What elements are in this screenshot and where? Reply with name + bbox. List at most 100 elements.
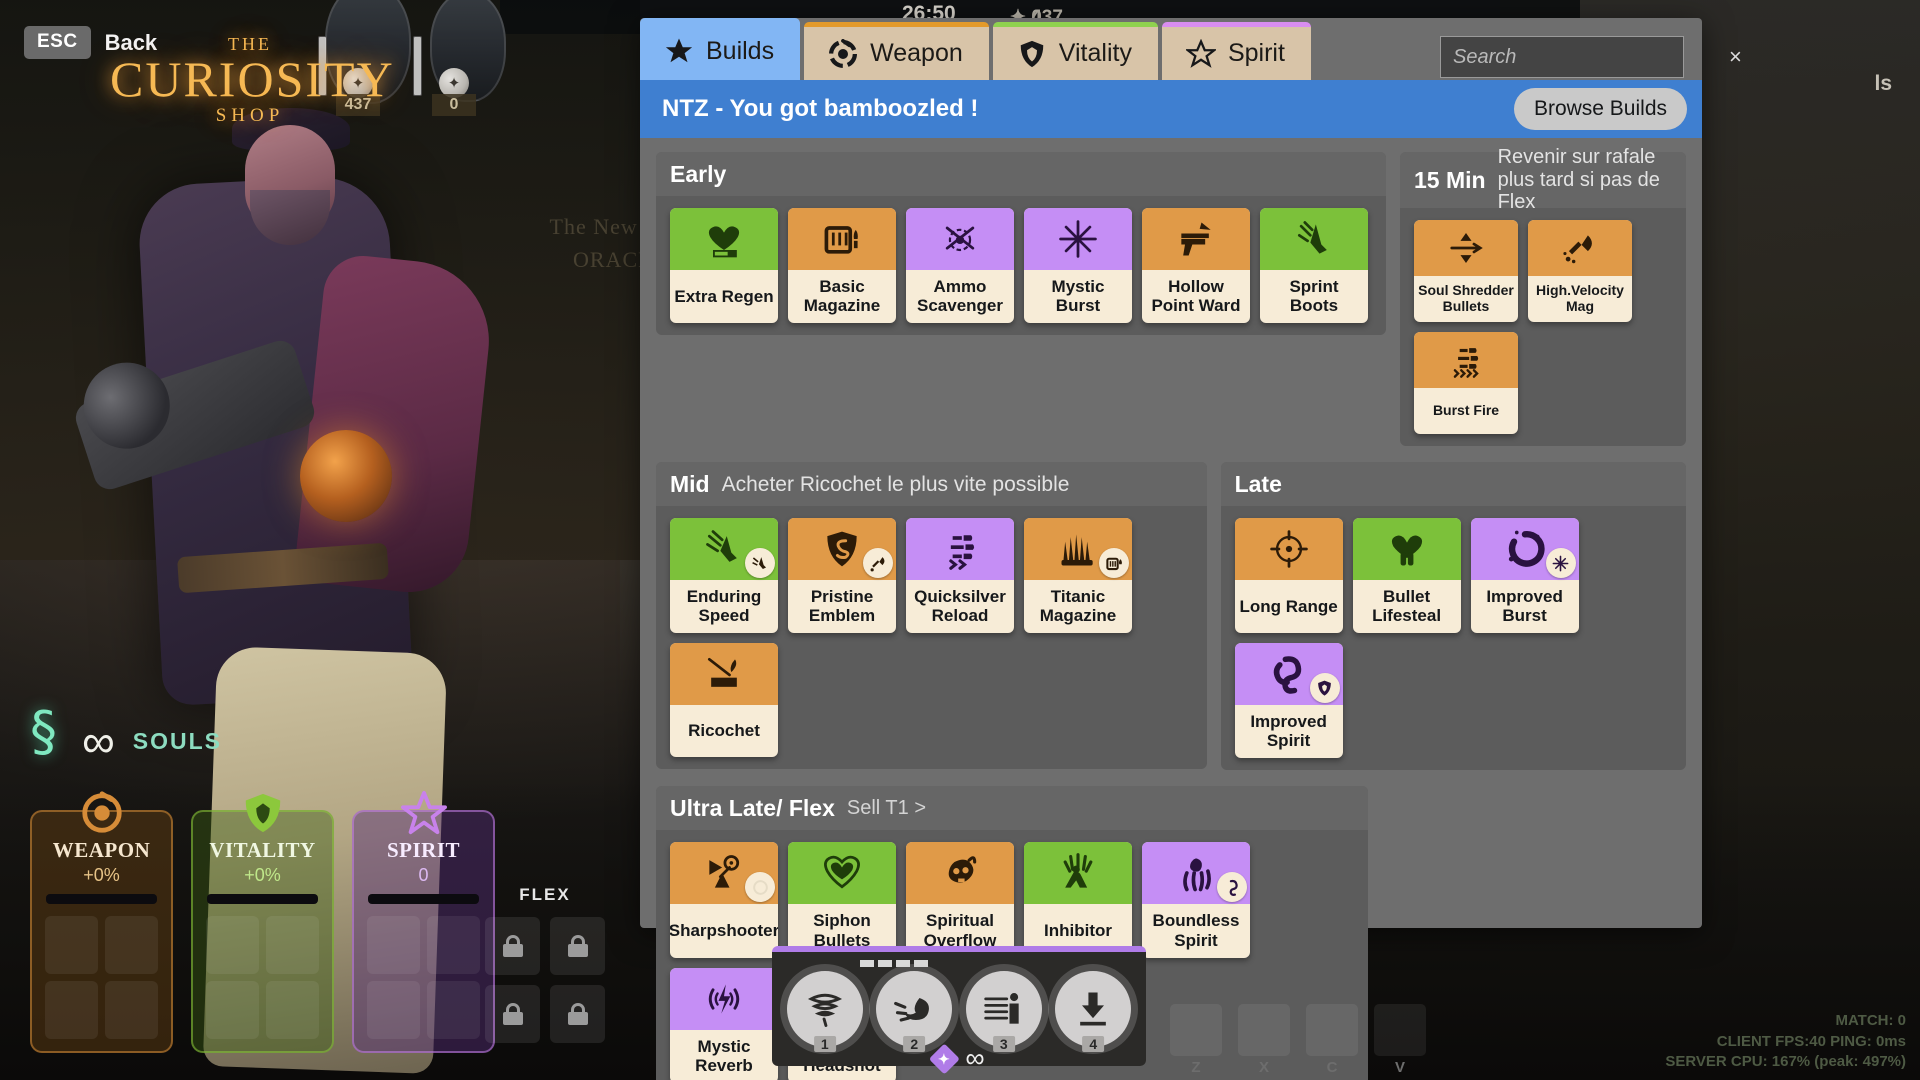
hud-souls-amount-2: 0 [432, 94, 476, 116]
esc-key-badge[interactable]: ESC [24, 26, 91, 59]
item-art [1414, 332, 1518, 389]
browse-builds-button[interactable]: Browse Builds [1513, 88, 1687, 130]
ability-slot-1[interactable]: 1 [786, 971, 863, 1052]
shop-tab-bar: Builds Weapon Vitality Spirit [640, 18, 1311, 80]
item-card[interactable]: Mystic Burst [1024, 208, 1132, 324]
item-label: Quicksilver Reload [914, 587, 1006, 626]
tab-vitality[interactable]: Vitality [992, 22, 1158, 80]
item-card[interactable]: Basic Magazine [788, 208, 896, 324]
flex-slot-locked[interactable] [550, 985, 605, 1043]
item-card[interactable]: Ricochet [670, 643, 778, 758]
extra-slot[interactable]: X [1238, 1004, 1290, 1076]
heart-bullets-icon [1391, 535, 1422, 566]
extra-slot[interactable]: C [1306, 1004, 1358, 1076]
stat-panel-vitality[interactable]: VITALITY +0% [191, 793, 334, 1053]
vitality-icon [245, 793, 280, 833]
tab-spirit[interactable]: Spirit [1161, 22, 1311, 80]
item-art [1024, 842, 1132, 905]
item-card[interactable]: Quicksilver Reload [906, 518, 1014, 634]
item-card[interactable]: Titanic Magazine [1024, 518, 1132, 634]
section-header: Early [656, 152, 1386, 196]
tab-builds[interactable]: Builds [640, 18, 801, 80]
item-card[interactable]: Long Range [1234, 518, 1343, 634]
item-slot[interactable] [367, 981, 420, 1039]
item-card[interactable]: High.Velocity Mag [1528, 220, 1632, 323]
item-slot[interactable] [427, 916, 480, 974]
item-card[interactable]: Improved Burst [1470, 518, 1579, 634]
item-slot[interactable] [206, 916, 259, 974]
stat-item-slots [362, 916, 485, 1041]
item-card[interactable]: Boundless Spirit [1142, 842, 1250, 958]
ability-slot-4[interactable]: 4 [1055, 971, 1132, 1052]
item-art [1414, 220, 1518, 276]
item-slot[interactable] [105, 916, 158, 974]
ability-point-icon: ✦ [928, 1042, 960, 1075]
section-note: Revenir sur rafale plus tard si pas de F… [1497, 146, 1660, 214]
item-card[interactable]: Mystic Reverb [670, 967, 778, 1080]
extra-slot-key: Z [1191, 1059, 1201, 1076]
builds-window: Builds Weapon Vitality Spirit Search × N… [640, 18, 1742, 1080]
shop-sign-main: CURIOSITY [110, 51, 395, 107]
search-box[interactable]: × [1440, 36, 1742, 78]
item-card[interactable]: Bullet Lifesteal [1352, 518, 1461, 634]
search-input[interactable] [1453, 45, 1721, 69]
section-title: 15 Min [1414, 166, 1486, 193]
item-slot[interactable] [45, 981, 98, 1039]
flex-slots-column: FLEX [485, 885, 605, 1043]
curiosity-shop-sign: THE CURIOSITY SHOP [110, 34, 395, 127]
stat-name: VITALITY [209, 838, 316, 862]
stat-panel-weapon[interactable]: WEAPON +0% [30, 791, 173, 1053]
item-card[interactable]: Sharpshooter [670, 842, 778, 958]
lock-icon [502, 935, 523, 957]
ability-slot-2[interactable]: 2 [876, 971, 953, 1052]
row-early-and-15min: Early Extra Regen Basic Magazine Ammo Sc… [656, 146, 1686, 462]
item-card[interactable]: Spiritual Overflow [906, 842, 1014, 958]
velocity-badge-icon [863, 548, 893, 579]
item-card[interactable]: Enduring Speed [670, 518, 778, 634]
item-slot[interactable] [45, 916, 98, 974]
close-icon[interactable]: × [1721, 44, 1742, 70]
section-header: 15 Min Revenir sur rafale plus tard si p… [1400, 146, 1686, 213]
item-slot[interactable] [266, 916, 319, 974]
flex-slot-locked[interactable] [485, 917, 540, 975]
extra-slot[interactable]: V [1374, 1004, 1426, 1076]
titanic-mag-icon [1061, 534, 1093, 566]
item-list: Soul Shredder Bullets High.Velocity Mag [1400, 208, 1686, 435]
item-card[interactable]: Hollow Point Ward [1142, 208, 1250, 324]
item-slot[interactable] [105, 981, 158, 1039]
flex-slot-locked[interactable] [485, 985, 540, 1043]
item-card[interactable]: Sprint Boots [1260, 208, 1368, 324]
stat-panel-spirit[interactable]: SPIRIT 0 [352, 790, 495, 1053]
item-card[interactable]: Soul Shredder Bullets [1414, 220, 1518, 323]
item-card[interactable]: Inhibitor [1024, 842, 1132, 958]
lock-icon [567, 1003, 588, 1025]
item-card[interactable]: Siphon Bullets [788, 842, 896, 958]
item-slot[interactable] [427, 981, 480, 1039]
improved-burst-icon [1508, 531, 1545, 568]
item-card[interactable]: Extra Regen [670, 208, 778, 324]
item-slot[interactable] [206, 981, 259, 1039]
item-art [1024, 518, 1132, 581]
flex-slot-locked[interactable] [550, 917, 605, 975]
item-art [1142, 208, 1250, 270]
item-label: Sharpshooter [670, 920, 778, 940]
item-slot[interactable] [367, 916, 420, 974]
item-card[interactable]: Burst Fire [1414, 332, 1518, 435]
item-card[interactable]: Pristine Emblem [788, 518, 896, 634]
item-card[interactable]: Ammo Scavenger [906, 208, 1014, 324]
section-late: Late Long Range Bullet Lifesteal Improve… [1220, 462, 1686, 771]
ability-slot-3[interactable]: 3 [965, 971, 1042, 1052]
infinity-icon: ∞ [82, 714, 115, 767]
souls-label: SOULS [132, 727, 223, 754]
item-slot[interactable] [266, 981, 319, 1039]
extra-slot[interactable]: Z [1170, 1004, 1222, 1076]
item-card[interactable]: Improved Spirit [1234, 643, 1343, 759]
shield-badge-icon [1309, 673, 1340, 704]
extra-slot-key: X [1258, 1059, 1269, 1076]
dash-icon [984, 993, 1019, 1024]
item-art [906, 842, 1014, 905]
item-label: Boundless Spirit [1152, 911, 1240, 950]
tab-weapon[interactable]: Weapon [804, 22, 989, 80]
crosshair-icon [1269, 530, 1308, 569]
souls-currency-row: § ∞ SOULS [30, 705, 223, 772]
